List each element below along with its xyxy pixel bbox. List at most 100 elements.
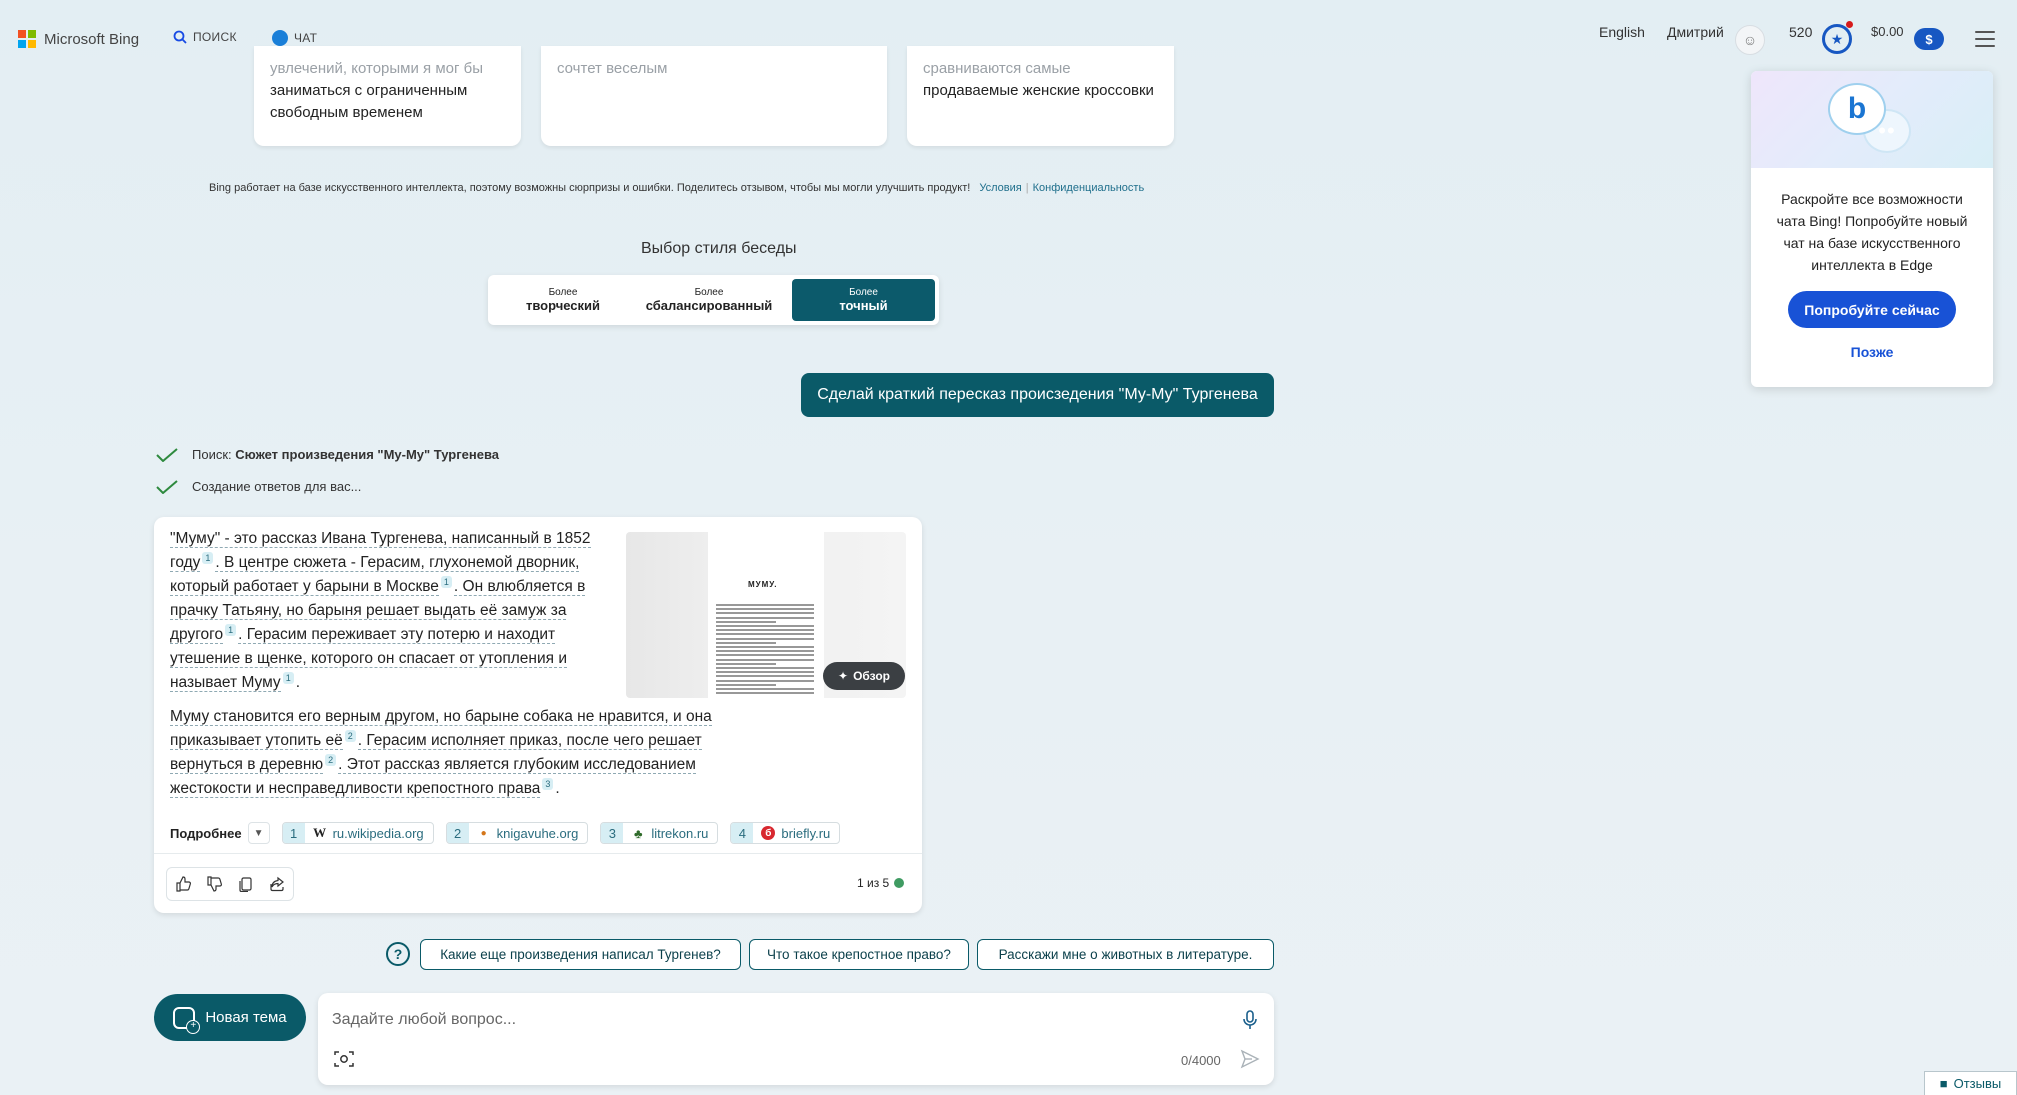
book-text-line [716, 608, 814, 611]
book-text-line [716, 646, 814, 648]
avatar-icon: ☺ [1735, 25, 1765, 55]
followup-suggestion[interactable]: Что такое крепостное право? [749, 939, 969, 970]
status-search-query: Сюжет произведения "Му-Му" Тургенева [235, 447, 500, 462]
book-text-line [716, 671, 814, 674]
microphone-icon[interactable] [1240, 1009, 1260, 1031]
rewards-button[interactable]: ★ [1822, 21, 1853, 54]
suggestion-text: заниматься с ограниченным свободным врем… [270, 82, 468, 121]
book-text-line [716, 629, 814, 632]
book-page-image: МУМУ. [708, 532, 824, 698]
checkmark-icon [156, 447, 178, 462]
user-name[interactable]: Дмитрий [1667, 24, 1724, 40]
user-message: Сделай краткий пересказ происзедения "Му… [801, 373, 1274, 417]
style-creative-button[interactable]: Более творческий [492, 279, 634, 321]
bot-answer-card: "Муму" - это рассказ Ивана Тургенева, на… [154, 517, 922, 913]
later-button[interactable]: Позже [1751, 344, 1993, 360]
bing-chat-logo-icon: b [1828, 83, 1886, 135]
source-number: 3 [601, 823, 624, 843]
book-text-line [716, 641, 776, 644]
answer-paragraph-2: Муму становится его верным другом, но ба… [170, 705, 730, 801]
popup-hero-image: •• b [1751, 71, 1993, 168]
terms-link[interactable]: Условия [979, 182, 1021, 194]
source-number: 2 [446, 823, 469, 843]
help-icon[interactable]: ? [386, 942, 410, 966]
source-link-1[interactable]: 1 W ru.wikipedia.org [281, 822, 434, 844]
citation-badge[interactable]: 1 [282, 671, 294, 684]
logo-text: Microsoft Bing [44, 30, 140, 48]
tab-search[interactable]: ПОИСК [173, 30, 237, 44]
new-chat-icon [173, 1006, 201, 1034]
copy-icon[interactable] [235, 873, 257, 895]
try-now-button[interactable]: Попробуйте сейчас [1788, 291, 1956, 328]
book-text-line [716, 662, 776, 665]
profile-button[interactable]: ☺ [1735, 25, 1765, 55]
language-link[interactable]: English [1599, 24, 1645, 40]
style-selector-title: Выбор стиля беседы [641, 240, 797, 257]
edge-promo-popup: •• b Раскройте все возможности чата Bing… [1751, 71, 1993, 387]
style-precise-button[interactable]: Более точный [792, 279, 935, 321]
new-topic-button[interactable]: Новая тема [154, 994, 306, 1041]
card-divider [154, 853, 922, 854]
style-option-prefix: Более [548, 287, 578, 298]
source-link-3[interactable]: 3 ♣ litrekon.ru [600, 822, 719, 844]
litrekon-icon: ♣ [634, 825, 643, 841]
character-counter: 0/4000 [1181, 1053, 1221, 1068]
status-search-prefix: Поиск: [192, 447, 236, 462]
book-text-line [716, 625, 814, 627]
book-text-line [716, 650, 814, 653]
suggestion-card[interactable]: сочтет веселым [541, 46, 887, 146]
privacy-link[interactable]: Конфиденциальность [1033, 182, 1145, 194]
pager-text: 1 из 5 [857, 876, 890, 890]
dollar-icon: $ [1914, 28, 1944, 50]
suggestion-text-faded: увлечений, которыми я мог бы [270, 60, 483, 77]
source-link-2[interactable]: 2 ● knigavuhe.org [445, 822, 589, 844]
book-text-line [716, 683, 776, 686]
source-domain: ru.wikipedia.org [332, 825, 424, 841]
status-search-text: Поиск: Сюжет произведения "Му-Му" Турген… [192, 447, 499, 462]
chevron-down-icon[interactable]: ▼ [247, 822, 270, 844]
feedback-button[interactable]: ■ Отзывы [1924, 1071, 2017, 1095]
chat-input[interactable] [332, 1007, 1202, 1033]
followup-suggestion[interactable]: Какие еще произведения написал Тургенев? [420, 939, 741, 970]
source-link-4[interactable]: 4 б briefly.ru [730, 822, 841, 844]
tab-chat[interactable]: ЧАТ [272, 30, 317, 46]
thumbs-down-icon[interactable] [203, 873, 225, 895]
thumbs-up-icon[interactable] [172, 873, 194, 895]
feedback-label: Отзывы [1953, 1076, 2002, 1091]
tab-chat-label: ЧАТ [294, 31, 318, 45]
suggestion-text-faded: сравниваются самые [923, 60, 1071, 77]
balance-amount[interactable]: $0.00 [1871, 24, 1904, 39]
rewards-points[interactable]: 520 [1789, 24, 1812, 40]
status-generating-text: Создание ответов для вас... [192, 479, 362, 494]
citation-badge[interactable]: 1 [225, 623, 237, 636]
share-icon[interactable] [266, 873, 288, 895]
book-text-line [716, 675, 814, 678]
book-page-title: МУМУ. [748, 580, 778, 589]
answer-sentence[interactable]: . Герасим переживает эту потерю и находи… [170, 626, 567, 692]
citation-badge[interactable]: 2 [325, 753, 337, 766]
citation-badge[interactable]: 1 [202, 551, 214, 564]
message-actions [166, 867, 294, 901]
followup-suggestion[interactable]: Расскажи мне о животных в литературе. [977, 939, 1274, 970]
book-text-line [716, 633, 814, 636]
book-text-line [716, 654, 814, 657]
balance-button[interactable]: $ [1914, 28, 1944, 50]
citation-badge[interactable]: 1 [440, 575, 452, 588]
chat-icon [272, 30, 288, 46]
answer-sentence-end: . [295, 674, 301, 691]
trophy-icon: ★ [1822, 21, 1853, 54]
more-label: Подробнее [170, 825, 242, 841]
book-thumbnail[interactable]: МУМУ. ✦ Обзор [626, 532, 906, 698]
citation-badge[interactable]: 2 [344, 729, 356, 742]
citation-badge[interactable]: 3 [542, 777, 554, 790]
style-balanced-button[interactable]: Более сбалансированный [634, 279, 784, 321]
bing-logo[interactable]: Microsoft Bing [18, 30, 139, 48]
visual-search-icon[interactable] [334, 1050, 354, 1068]
menu-icon[interactable] [1975, 31, 1995, 47]
suggestion-card[interactable]: увлечений, которыми я мог бы заниматься … [254, 46, 521, 146]
overview-button[interactable]: ✦ Обзор [823, 662, 905, 690]
send-icon[interactable] [1240, 1049, 1260, 1069]
suggestion-card[interactable]: сравниваются самые продаваемые женские к… [907, 46, 1174, 146]
source-domain: knigavuhe.org [496, 825, 579, 841]
source-domain: briefly.ru [781, 825, 831, 841]
